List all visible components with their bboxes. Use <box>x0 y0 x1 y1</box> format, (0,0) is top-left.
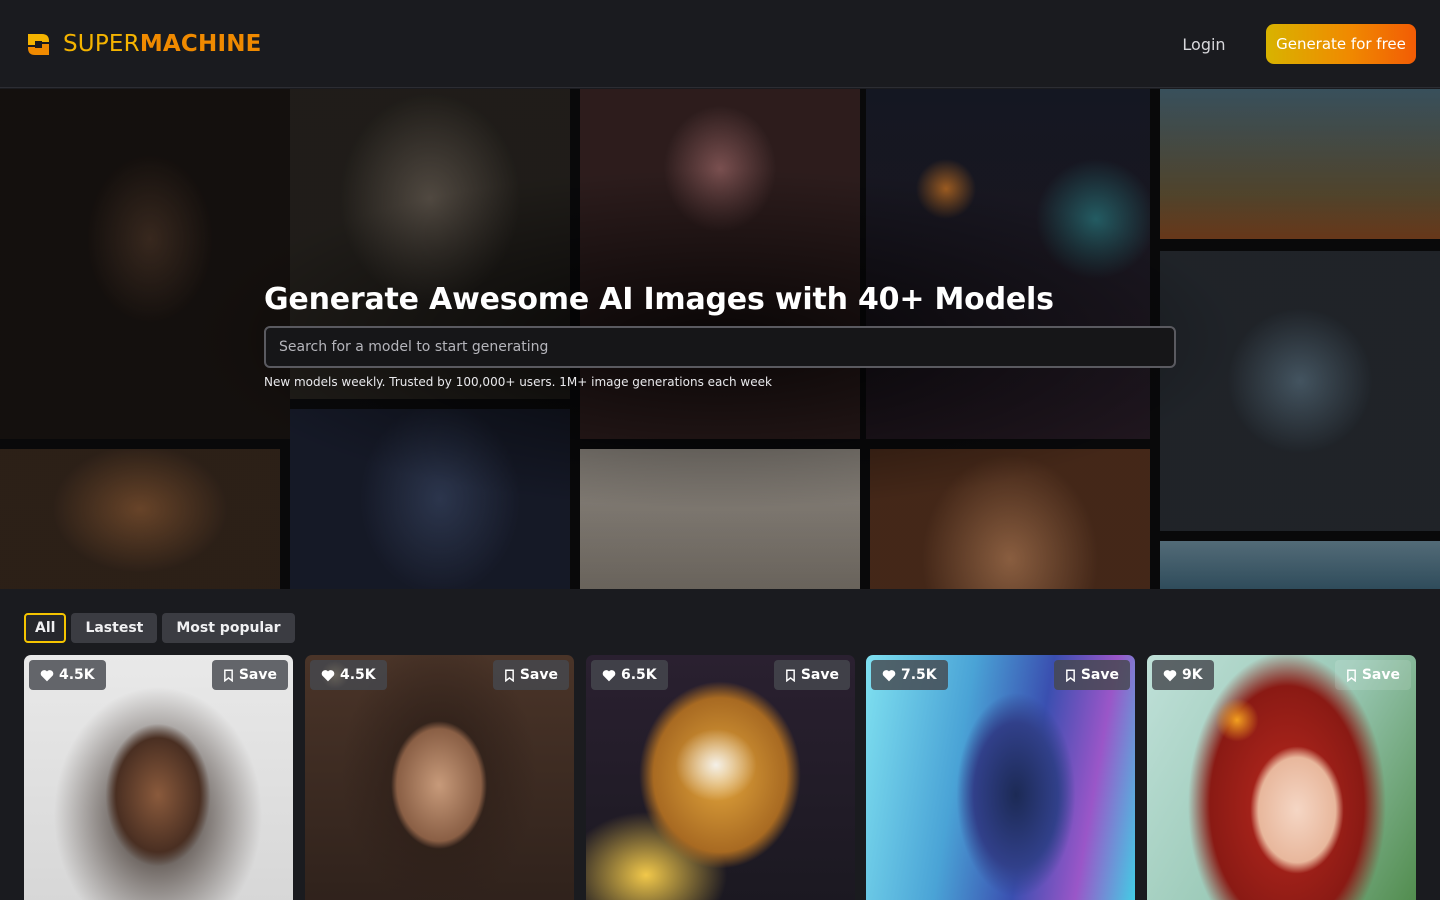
supermachine-logo[interactable]: SUPER MACHINE <box>24 28 262 60</box>
filter-all[interactable]: All <box>24 613 67 643</box>
bookmark-icon <box>504 668 514 682</box>
logo-wordmark: SUPER MACHINE <box>63 31 262 57</box>
like-count: 6.5K <box>621 667 657 683</box>
bookmark-icon <box>1065 668 1075 682</box>
bookmark-icon <box>1346 668 1356 682</box>
model-card[interactable]: 9K Save <box>1147 655 1416 900</box>
like-button[interactable]: 4.5K <box>310 660 387 690</box>
bookmark-icon <box>223 668 233 682</box>
like-button[interactable]: 4.5K <box>29 660 106 690</box>
model-card[interactable]: 4.5K Save <box>305 655 574 900</box>
save-label: Save <box>1361 667 1400 683</box>
save-button[interactable]: Save <box>1334 660 1411 690</box>
save-label: Save <box>238 667 277 683</box>
top-navbar: SUPER MACHINE Login Generate for free <box>0 0 1440 88</box>
heart-icon <box>321 669 335 681</box>
logo-text-super: SUPER <box>63 31 140 57</box>
hero-subtitle: New models weekly. Trusted by 100,000+ u… <box>264 375 772 389</box>
like-count: 7.5K <box>901 667 937 683</box>
heart-icon <box>1163 669 1177 681</box>
bookmark-icon <box>785 668 795 682</box>
filter-tabs: All Lastest Most popular <box>24 613 295 643</box>
like-button[interactable]: 9K <box>1152 660 1214 690</box>
save-button[interactable]: Save <box>211 660 288 690</box>
model-card[interactable]: 6.5K Save <box>586 655 855 900</box>
filter-most-popular[interactable]: Most popular <box>162 613 295 643</box>
logo-text-machine: MACHINE <box>139 31 262 57</box>
save-button[interactable]: Save <box>773 660 850 690</box>
save-button[interactable]: Save <box>492 660 569 690</box>
generate-for-free-button[interactable]: Generate for free <box>1266 24 1416 64</box>
model-card[interactable]: 7.5K Save <box>866 655 1135 900</box>
login-link[interactable]: Login <box>1162 28 1246 60</box>
save-label: Save <box>800 667 839 683</box>
heart-icon <box>882 669 896 681</box>
like-count: 4.5K <box>340 667 376 683</box>
save-label: Save <box>519 667 558 683</box>
logo-mark-icon <box>28 33 49 55</box>
save-button[interactable]: Save <box>1053 660 1130 690</box>
heart-icon <box>40 669 54 681</box>
model-search-input[interactable] <box>264 326 1176 368</box>
hero-banner: Generate Awesome AI Images with 40+ Mode… <box>0 89 1440 589</box>
model-card[interactable]: 4.5K Save <box>24 655 293 900</box>
like-count: 4.5K <box>59 667 95 683</box>
save-label: Save <box>1080 667 1119 683</box>
filter-latest[interactable]: Lastest <box>71 613 158 643</box>
like-button[interactable]: 6.5K <box>591 660 668 690</box>
heart-icon <box>602 669 616 681</box>
like-count: 9K <box>1182 667 1203 683</box>
like-button[interactable]: 7.5K <box>871 660 948 690</box>
hero-title: Generate Awesome AI Images with 40+ Mode… <box>264 282 1054 317</box>
